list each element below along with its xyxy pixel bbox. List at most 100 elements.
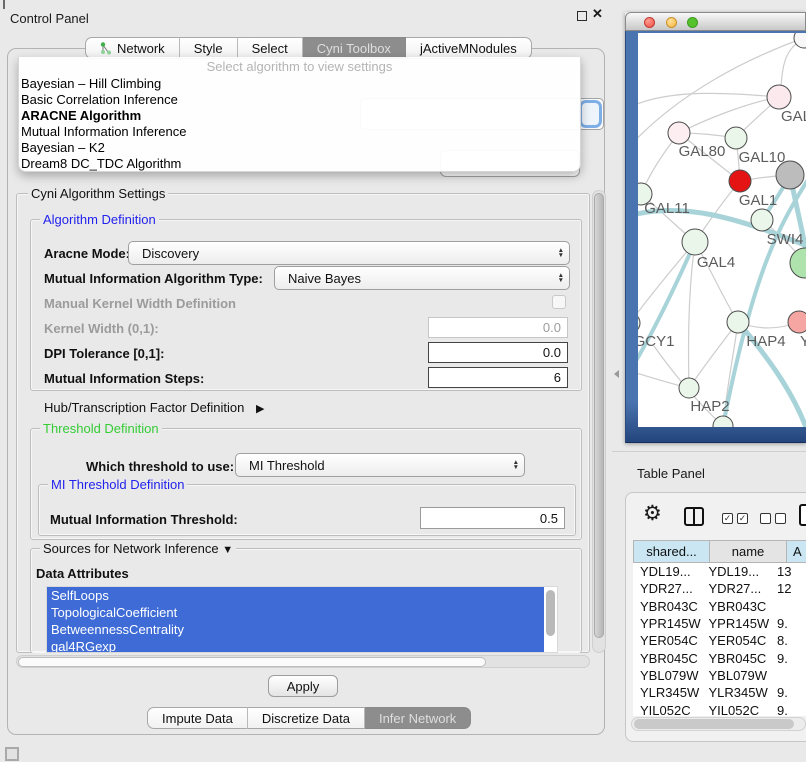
settings-hscrollbar[interactable] (16, 655, 590, 668)
attribute-list-item[interactable]: BetweennessCentrality (47, 621, 544, 638)
network-node-gal80[interactable] (668, 122, 690, 144)
vscroll-thumb[interactable] (594, 193, 604, 638)
gear-icon[interactable]: ⚙ (643, 503, 662, 525)
table-row[interactable]: YBR043CYBR043C (633, 598, 806, 615)
manual-kernel-checkbox[interactable] (552, 295, 566, 309)
tab-label: Select (252, 38, 288, 59)
file-icon[interactable] (799, 504, 806, 526)
tab-network[interactable]: Network (85, 37, 180, 59)
data-attributes-list[interactable]: SelfLoopsTopologicalCoefficientBetweenne… (46, 586, 558, 653)
network-canvas[interactable]: GALGAL80GAL10GAL1GAL11SWI4GAL4GCY1HAP4YH… (638, 33, 806, 427)
mi-type-combo[interactable]: Naive Bayes ▲▼ (274, 266, 570, 290)
attribute-list-item[interactable]: gal4RGexp (47, 638, 544, 653)
table-row[interactable]: YDL19...YDL19...13 (633, 563, 806, 580)
tab-label: Impute Data (162, 708, 233, 729)
network-node[interactable] (790, 248, 806, 278)
algorithm-option[interactable]: Basic Correlation Inference (19, 92, 580, 108)
show-columns-icon[interactable] (684, 507, 704, 526)
float-panel-icon[interactable] (577, 11, 587, 21)
network-node-swi4[interactable] (751, 209, 773, 231)
network-node-label: GAL11 (644, 200, 690, 217)
table-row[interactable]: YLR345WYLR345W9. (633, 684, 806, 701)
table-cell: YDL19... (633, 564, 702, 579)
algorithm-option[interactable]: Mutual Information Inference (19, 124, 580, 140)
zoom-traffic-light[interactable] (687, 17, 698, 28)
select-all-check-icon[interactable]: ✓ (722, 513, 733, 524)
attribute-list-item[interactable]: SelfLoops (47, 587, 544, 604)
tab-jactivemnodules[interactable]: jActiveMNodules (406, 37, 532, 59)
close-icon[interactable]: ✕ (592, 6, 603, 22)
table-cell: 8. (770, 633, 806, 648)
mi-threshold-field[interactable]: 0.5 (420, 507, 565, 529)
network-node-gal1[interactable] (729, 170, 751, 192)
aracne-mode-combo[interactable]: Discovery ▲▼ (128, 241, 570, 265)
tab-select[interactable]: Select (238, 37, 303, 59)
network-node-label: Y (800, 333, 806, 350)
mi-steps-field[interactable]: 6 (428, 367, 568, 388)
tab-impute-data[interactable]: Impute Data (147, 707, 248, 729)
network-node-hap4[interactable] (727, 311, 749, 333)
table-cell: 13 (770, 564, 806, 579)
network-node-label: GAL10 (739, 149, 786, 166)
table-cell: YBR043C (702, 599, 771, 614)
dock-panel-icon[interactable] (5, 747, 19, 761)
network-node[interactable] (776, 161, 804, 189)
network-node-gal10[interactable] (725, 127, 747, 149)
minimize-traffic-light[interactable] (666, 17, 677, 28)
mi-steps-label: Mutual Information Steps: (44, 371, 204, 386)
which-threshold-combo[interactable]: MI Threshold ▲▼ (235, 453, 525, 477)
tab-infer-network[interactable]: Infer Network (365, 707, 471, 729)
table-row[interactable]: YER054CYER054C8. (633, 632, 806, 649)
algorithm-option[interactable]: Bayesian – K2 (19, 140, 580, 156)
network-node-gal[interactable] (767, 85, 791, 109)
table-row[interactable]: YDR27...YDR27...12 (633, 580, 806, 597)
network-node-y[interactable] (788, 311, 806, 333)
algorithm-option[interactable]: ARACNE Algorithm (19, 108, 580, 124)
select-all-check-icon[interactable]: ✓ (737, 513, 748, 524)
apply-button[interactable]: Apply (268, 675, 338, 697)
network-node[interactable] (794, 33, 806, 48)
table-hscroll-thumb[interactable] (634, 719, 794, 729)
table-cell: YBL079W (702, 668, 771, 683)
network-graph: GALGAL80GAL10GAL1GAL11SWI4GAL4GCY1HAP4YH… (638, 33, 806, 427)
dpi-tolerance-field[interactable]: 0.0 (428, 342, 568, 363)
column-header-clipped[interactable]: A (787, 540, 806, 563)
table-cell: YIL052C (633, 703, 702, 716)
column-header-shared-name[interactable]: shared... (633, 540, 710, 563)
network-window-titlebar[interactable] (625, 12, 806, 31)
algorithm-option[interactable]: Dream8 DC_TDC Algorithm (19, 156, 580, 172)
list-scrollbar-thumb[interactable] (546, 590, 555, 636)
network-node[interactable] (713, 416, 733, 427)
table-cell: 9. (770, 616, 806, 631)
mi-type-value: Naive Bayes (288, 271, 361, 286)
column-header-name[interactable]: name (710, 540, 787, 563)
network-node-gal4[interactable] (682, 229, 708, 255)
close-traffic-light[interactable] (644, 17, 655, 28)
attribute-list-item[interactable]: TopologicalCoefficient (47, 604, 544, 621)
tab-style[interactable]: Style (180, 37, 238, 59)
network-node-hap2[interactable] (679, 378, 699, 398)
bottom-tabbar: Impute Data Discretize Data Infer Networ… (147, 707, 471, 729)
table-row[interactable]: YIL052CYIL052C9. (633, 701, 806, 716)
table-row[interactable]: YBL079WYBL079W (633, 667, 806, 684)
table-row[interactable]: YPR145WYPR145W9. (633, 615, 806, 632)
hscroll-thumb[interactable] (18, 657, 486, 667)
unselect-all-check-icon[interactable] (775, 513, 786, 524)
sources-toggle[interactable]: Sources for Network Inference ▼ (40, 541, 236, 556)
table-body[interactable]: YDL19...YDL19...13YDR27...YDR27...12YBR0… (633, 563, 806, 716)
unselect-all-check-icon[interactable] (760, 513, 771, 524)
network-node-gcy1[interactable] (638, 313, 640, 333)
table-row[interactable]: YBR045CYBR045C9. (633, 649, 806, 666)
tab-cyni-toolbox[interactable]: Cyni Toolbox (303, 37, 406, 59)
table-header: shared... name A (633, 540, 806, 563)
table-hscrollbar[interactable] (631, 717, 806, 731)
hub-section-toggle[interactable]: Hub/Transcription Factor Definition ▶ (44, 400, 264, 415)
tab-discretize-data[interactable]: Discretize Data (248, 707, 365, 729)
tab-label: jActiveMNodules (420, 38, 517, 59)
settings-vscrollbar[interactable] (592, 190, 606, 653)
expand-right-icon: ▶ (256, 403, 264, 415)
collapse-gutter-icon[interactable] (614, 370, 619, 378)
tab-label: Infer Network (379, 708, 456, 729)
kernel-width-field[interactable]: 0.0 (428, 317, 568, 338)
algorithm-option[interactable]: Bayesian – Hill Climbing (19, 76, 580, 92)
